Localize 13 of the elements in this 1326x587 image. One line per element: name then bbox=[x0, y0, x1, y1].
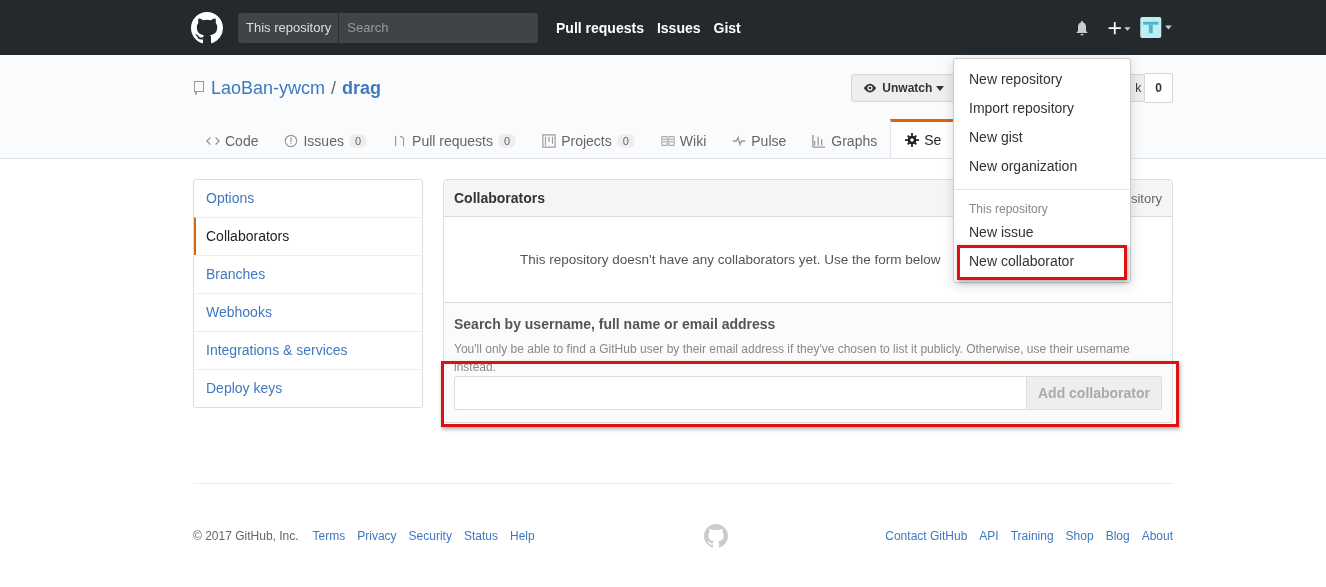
panel-title: Collaborators bbox=[454, 190, 545, 206]
menu-section-header: This repository bbox=[968, 201, 1049, 218]
tab-counter: 0 bbox=[348, 133, 368, 148]
search-label: Search by username, full name or email address bbox=[454, 316, 777, 332]
help-note: You'll only be able to find a GitHub user by their email address if they've chosen to list it publicly. Otherwise, use their username instead. bbox=[454, 341, 1131, 376]
path-separator: / bbox=[331, 77, 337, 99]
fork-count: 0 bbox=[1145, 73, 1173, 103]
empty-message: This repository doesn't have any collaborators yet. Use the form below bbox=[520, 252, 941, 267]
tab-counter: 0 bbox=[498, 133, 517, 148]
scope-label: This repository bbox=[238, 12, 340, 43]
panel-header-text: sitory bbox=[1130, 190, 1162, 206]
copyright-text: © 2017 GitHub, Inc. bbox=[193, 529, 299, 543]
tab-counter: 0 bbox=[616, 133, 635, 148]
